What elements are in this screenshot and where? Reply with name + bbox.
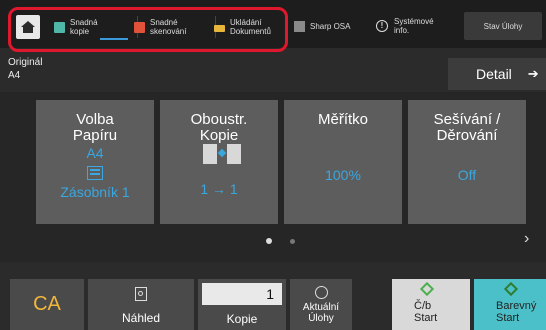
- copies-value: 1: [266, 286, 274, 302]
- tile-zoom-title: Měřítko: [317, 111, 368, 128]
- tab-system-info-label: Systémové info.: [394, 17, 434, 35]
- tab-sharp-osa-label: Sharp OSA: [310, 21, 351, 31]
- tile-paper-tray: Zásobník 1: [60, 184, 130, 200]
- paper-tray-icon: [87, 166, 103, 180]
- duplex-icon: [191, 144, 247, 170]
- tab-system-info[interactable]: ! Systémové info.: [376, 12, 434, 40]
- tab-job-status-label: Stav Úlohy: [483, 21, 523, 31]
- color-start-icon: [503, 281, 519, 297]
- tile-staple-punch-value: Off: [457, 167, 477, 183]
- tile-zoom-value: 100%: [325, 167, 361, 183]
- clear-all-label: CA: [33, 293, 61, 315]
- color-start-label: Barevný Start: [496, 300, 537, 324]
- copies-input[interactable]: 1: [202, 283, 282, 305]
- chevron-right-icon[interactable]: ›: [524, 230, 529, 248]
- copies-label: Kopie: [226, 312, 258, 326]
- tile-duplex-copy[interactable]: Oboustr. Kopie 1 → 1: [160, 100, 278, 224]
- tile-staple-punch-title: Sešívání / Děrování: [433, 111, 501, 144]
- arrow-right-icon: ➔: [527, 66, 539, 81]
- current-jobs-label: Aktuální Úlohy: [302, 302, 340, 324]
- tab-sharp-osa[interactable]: Sharp OSA: [294, 12, 350, 40]
- history-icon: [314, 286, 328, 299]
- color-start-button[interactable]: Barevný Start: [474, 279, 546, 330]
- tile-duplex-copy-value: 1 → 1: [200, 181, 238, 197]
- tile-paper-select[interactable]: Volba Papíru A4 Zásobník 1: [36, 100, 154, 224]
- page-dot-active: [266, 238, 272, 244]
- preview-button[interactable]: Náhled: [88, 279, 194, 330]
- detail-button[interactable]: Detail ➔: [448, 58, 546, 90]
- osa-icon: [294, 20, 305, 32]
- original-label: Originál: [8, 57, 43, 68]
- start-icon: [419, 281, 435, 297]
- page-indicator: [266, 238, 295, 244]
- detail-label: Detail: [476, 66, 512, 82]
- tile-staple-punch[interactable]: Sešívání / Děrování Off: [408, 100, 526, 224]
- preview-label: Náhled: [121, 311, 161, 325]
- tile-paper-select-title: Volba Papíru: [72, 111, 118, 144]
- original-size: A4: [8, 70, 21, 81]
- tile-zoom[interactable]: Měřítko 100%: [284, 100, 402, 224]
- original-info: Originál A4: [8, 56, 42, 82]
- tab-job-status[interactable]: Stav Úlohy: [464, 12, 542, 40]
- clear-all-button[interactable]: CA: [10, 279, 84, 330]
- info-icon: !: [376, 20, 388, 32]
- current-jobs-button[interactable]: Aktuální Úlohy: [290, 279, 352, 330]
- tile-duplex-copy-title: Oboustr. Kopie: [190, 111, 248, 144]
- bw-start-button[interactable]: Č/b Start: [392, 279, 470, 330]
- highlight-frame: [8, 7, 288, 52]
- bw-start-label: Č/b Start: [414, 300, 438, 324]
- page-dot[interactable]: [290, 238, 295, 244]
- preview-icon: [135, 287, 147, 301]
- tile-paper-select-value: A4: [86, 145, 104, 161]
